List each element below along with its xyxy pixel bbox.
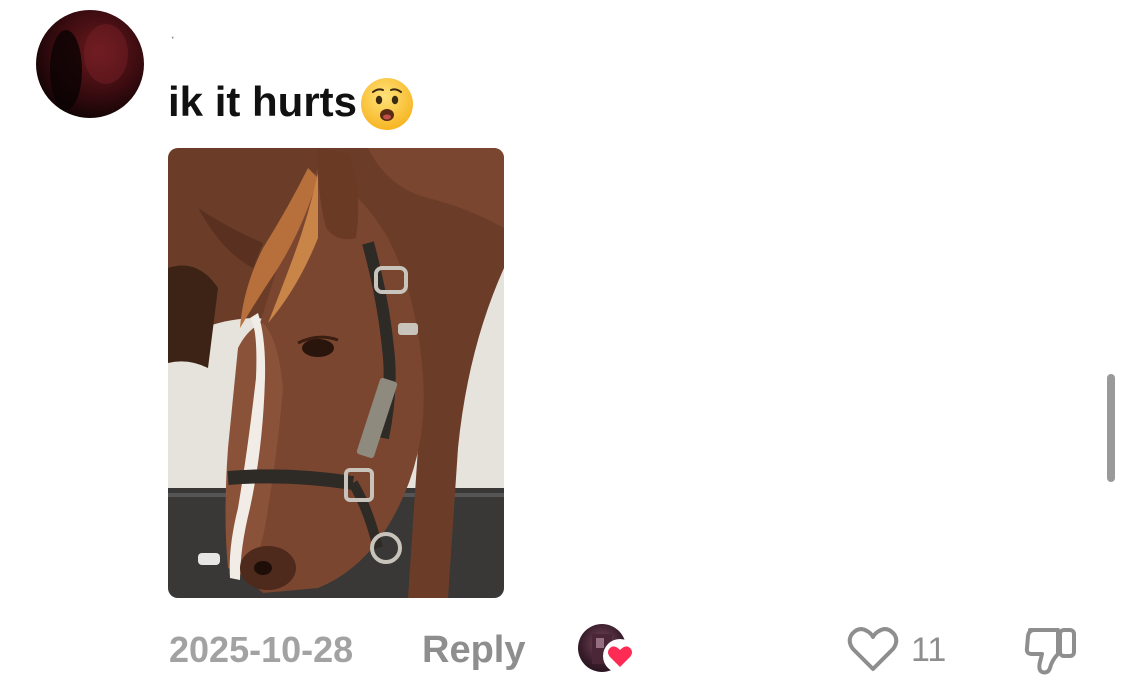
heart-outline-icon [845, 627, 901, 679]
horse-photo-icon [168, 148, 504, 598]
worried-face-emoji-icon [359, 76, 415, 132]
comment-body: ik it hurts [168, 78, 358, 125]
avatar-image [50, 24, 128, 110]
liked-by-creator-badge [578, 624, 638, 676]
scrollbar-thumb[interactable] [1107, 374, 1115, 482]
reply-button[interactable]: Reply [422, 628, 525, 672]
comment-text: ik it hurts [168, 74, 415, 130]
like-button[interactable] [845, 623, 901, 675]
commenter-username[interactable]: · [170, 30, 175, 46]
thumbs-down-outline-icon [1022, 628, 1082, 682]
comment-date: 2025-10-28 [169, 629, 354, 670]
commenter-avatar[interactable] [36, 10, 144, 118]
heart-badge-icon [602, 638, 638, 674]
dislike-button[interactable] [1022, 622, 1082, 678]
comment-image[interactable] [168, 148, 504, 598]
like-count: 11 [911, 631, 947, 669]
